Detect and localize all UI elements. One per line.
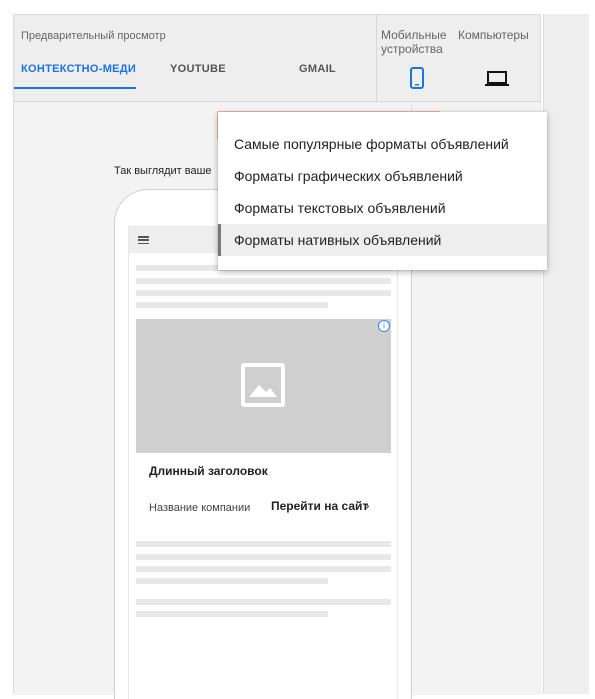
placeholder-line: [136, 290, 391, 296]
desktop-icon[interactable]: [485, 71, 509, 92]
info-icon[interactable]: i: [378, 320, 390, 332]
preview-title: Предварительный просмотр: [21, 30, 166, 42]
image-icon: [241, 363, 285, 407]
mobile-devices-label[interactable]: Мобильные устройства: [381, 28, 457, 56]
mobile-device-icon[interactable]: [410, 67, 424, 94]
tab-gmail[interactable]: GMAIL: [299, 63, 336, 75]
desktop-label[interactable]: Компьютеры: [458, 28, 529, 42]
menu-item-text-formats[interactable]: Форматы текстовых объявлений: [218, 192, 547, 224]
placeholder-line: [136, 302, 328, 308]
active-tab-indicator: [14, 87, 136, 89]
tab-contextual-media[interactable]: КОНТЕКСТНО-МЕДИ: [21, 63, 136, 75]
menu-icon: [138, 236, 149, 245]
right-sidebar: [543, 14, 589, 694]
header-divider: [376, 15, 377, 101]
preview-header: Предварительный просмотр КОНТЕКСТНО-МЕДИ…: [14, 15, 540, 102]
placeholder-line: [136, 611, 328, 617]
format-dropdown-menu: Самые популярные форматы объявлений Форм…: [218, 112, 547, 270]
menu-item-image-formats[interactable]: Форматы графических объявлений: [218, 160, 547, 192]
menu-item-native-formats[interactable]: Форматы нативных объявлений: [218, 224, 547, 256]
preview-window: Предварительный просмотр КОНТЕКСТНО-МЕДИ…: [0, 0, 595, 699]
preview-caption: Так выглядит ваше: [114, 165, 212, 177]
phone-screen: i Длинный заголовок Название компании Пе…: [128, 226, 398, 699]
ad-image-placeholder: i: [136, 319, 391, 453]
ad-headline[interactable]: Длинный заголовок: [149, 464, 268, 478]
tab-youtube[interactable]: YOUTUBE: [170, 63, 226, 75]
chevron-right-icon[interactable]: ›: [365, 499, 370, 513]
ad-visit-site-button[interactable]: Перейти на сайт: [271, 499, 368, 513]
placeholder-line: [136, 541, 391, 547]
ad-company-name: Название компании: [149, 502, 251, 514]
placeholder-line: [136, 599, 391, 605]
menu-item-popular-formats[interactable]: Самые популярные форматы объявлений: [218, 128, 547, 160]
placeholder-line: [136, 554, 391, 560]
placeholder-line: [136, 278, 391, 284]
placeholder-line: [136, 578, 328, 584]
placeholder-line: [136, 566, 391, 572]
